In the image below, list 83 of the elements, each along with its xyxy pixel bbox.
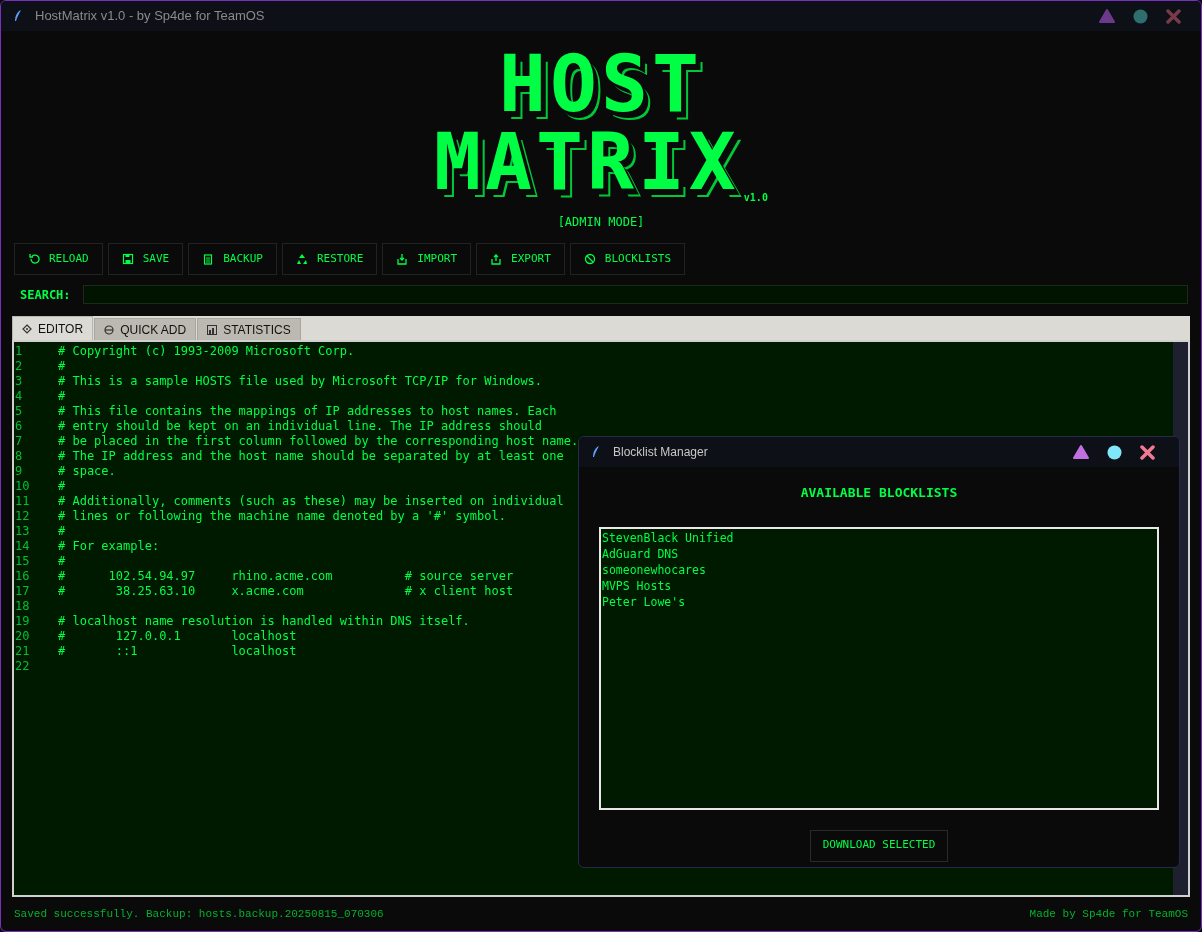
line-number: 15: [14, 554, 31, 569]
line-number: 3: [14, 374, 24, 389]
line-number: 8: [14, 449, 24, 464]
circle-icon[interactable]: [1107, 444, 1122, 460]
admin-mode-label: [ADMIN MODE]: [557, 214, 645, 231]
close-icon[interactable]: [1140, 444, 1155, 460]
line-number: 16: [14, 569, 31, 584]
feather-icon: [13, 9, 23, 23]
code-line: #: [58, 389, 66, 404]
code-line: # ::1 localhost: [58, 644, 297, 659]
code-line: # localhost name resolution is handled within DNS itself.: [58, 614, 470, 629]
line-number: 10: [14, 479, 31, 494]
logo-text: HOST: [499, 45, 703, 123]
code-line: # lines or following the machine name denoted by a '#' symbol.: [58, 509, 506, 524]
code-line: # This file contains the mappings of IP addresses to host names. Each: [58, 404, 557, 419]
code-line: # For example:: [58, 539, 160, 554]
code-line: # 102.54.94.97 rhino.acme.com # source server: [58, 569, 514, 584]
code-line: # space.: [58, 464, 116, 479]
line-number: 20: [14, 629, 31, 644]
code-line: # The IP address and the host name should be separated by at least one: [58, 449, 564, 464]
line-number: 18: [14, 599, 31, 614]
toolbar-button[interactable]: EXPORT: [476, 243, 565, 275]
code-line: #: [58, 479, 66, 494]
toolbar-button[interactable]: IMPORT: [382, 243, 472, 275]
blocklist-list[interactable]: StevenBlack Unified AdGuard DNS someonewhocares MVPS Hosts Peter Lowe's: [599, 526, 1159, 810]
logo-text: MATRIX: [434, 123, 740, 201]
line-number: 6: [14, 419, 24, 434]
search-label: SEARCH:: [19, 286, 71, 304]
line-number: 1: [14, 344, 24, 359]
code-line: # Additionally, comments (such as these) may be inserted on individual: [58, 494, 564, 509]
code-line: #: [58, 359, 66, 374]
reload-icon: [28, 253, 40, 265]
blocklist-item[interactable]: Peter Lowe's: [601, 593, 1157, 610]
code-line: # This is a sample HOSTS file used by Microsoft TCP/IP for Windows.: [58, 374, 543, 389]
code-line: #: [58, 524, 66, 539]
download-button[interactable]: DOWNLOAD SELECTED: [809, 829, 949, 862]
search-field[interactable]: [82, 285, 1188, 304]
tab[interactable]: EDITOR: [12, 316, 94, 340]
code-line: # be placed in the first column followed by the corresponding host name.: [58, 434, 579, 449]
version-label: v1.0: [743, 193, 768, 203]
line-number: 12: [14, 509, 31, 524]
line-number: 19: [14, 614, 31, 629]
blocklist-item[interactable]: StevenBlack Unified: [601, 529, 1157, 546]
line-number: 7: [14, 434, 24, 449]
prohibited-icon: [583, 253, 596, 265]
code-line: # 38.25.63.10 x.acme.com # x client host: [58, 584, 514, 599]
blocklist-item[interactable]: AdGuard DNS: [601, 545, 1157, 562]
window-title: HostMatrix v1.0 - by Sp4de for TeamOS: [35, 7, 265, 26]
toolbar-button[interactable]: RESTORE: [282, 243, 378, 275]
blocklist-item[interactable]: someonewhocares: [601, 561, 1157, 578]
line-number: 4: [14, 389, 24, 404]
code-line: # Copyright (c) 1993-2009 Microsoft Corp.: [58, 344, 355, 359]
line-number: 21: [14, 644, 31, 659]
line-number: 5: [14, 404, 24, 419]
code-line: # entry should be kept on an individual line. The IP address should: [58, 419, 543, 434]
dialog-heading: AVAILABLE BLOCKLISTS: [800, 484, 958, 502]
code-line: # 127.0.0.1 localhost: [58, 629, 297, 644]
line-number: 13: [14, 524, 31, 539]
clipboard-icon: [202, 253, 215, 265]
dialog-title: Blocklist Manager: [613, 444, 708, 461]
line-number: 17: [14, 584, 31, 599]
tab[interactable]: STATISTICS: [197, 318, 301, 340]
recycle-icon: [296, 253, 308, 265]
blocklist-item[interactable]: MVPS Hosts: [601, 577, 1157, 594]
toolbar-button[interactable]: BLOCKLISTS: [569, 243, 686, 275]
line-number: 9: [14, 464, 24, 479]
toolbar-button[interactable]: BACKUP: [188, 243, 277, 275]
toolbar-button[interactable]: SAVE: [107, 243, 184, 275]
credit-text: Made by Sp4de for TeamOS: [1029, 906, 1188, 922]
line-number: 22: [14, 659, 31, 674]
status-message: Saved successfully. Backup: hosts.backup.20250815_070306: [14, 906, 384, 922]
line-number: 2: [14, 359, 24, 374]
feather-icon: [591, 445, 601, 459]
diamond-icon: [22, 323, 32, 334]
toolbar-button[interactable]: RELOAD: [14, 243, 103, 275]
triangle-icon[interactable]: [1073, 445, 1089, 459]
code-line: #: [58, 554, 66, 569]
line-number: 11: [14, 494, 31, 509]
bar-chart-icon: [207, 324, 218, 335]
download-tray-icon: [396, 253, 409, 265]
tab[interactable]: QUICK ADD: [94, 318, 197, 340]
upload-tray-icon: [490, 253, 503, 265]
line-number: 14: [14, 539, 31, 554]
